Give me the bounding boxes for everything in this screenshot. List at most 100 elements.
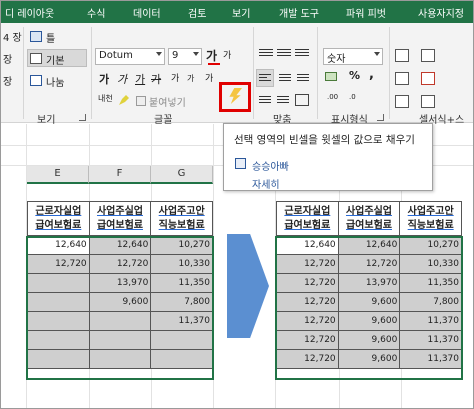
cell[interactable]: 11,350 — [399, 273, 462, 293]
font-name-dropdown[interactable]: Dotum — [95, 48, 165, 65]
cell[interactable] — [27, 292, 90, 312]
align-bottom-icon[interactable] — [295, 49, 309, 58]
freeze-panes-button[interactable]: 틀 — [27, 27, 87, 45]
bold-button[interactable]: 가 — [99, 71, 109, 87]
cell[interactable]: 12,720 — [276, 273, 339, 293]
cell[interactable]: 9,600 — [88, 292, 152, 312]
cell[interactable]: 7,800 — [150, 292, 213, 312]
tab-data[interactable]: 데이터 — [133, 5, 161, 20]
increase-font-button[interactable]: 가 — [206, 47, 217, 64]
tab-review[interactable]: 검토 — [188, 5, 206, 20]
cell[interactable] — [27, 349, 90, 369]
tab-custom[interactable]: 사용자지정 — [418, 5, 464, 20]
percent-button[interactable]: % — [349, 69, 360, 82]
cell[interactable]: 10,330 — [150, 254, 213, 274]
column-header-f[interactable]: F — [89, 166, 151, 184]
cell[interactable]: 12,640 — [337, 235, 401, 255]
cell[interactable]: 10,270 — [399, 235, 462, 255]
cell-styles-icon[interactable] — [395, 95, 409, 108]
cell[interactable]: 11,370 — [399, 349, 462, 369]
cell[interactable] — [27, 273, 90, 293]
align-left-button[interactable] — [256, 69, 274, 87]
tab-page-layout[interactable]: 디 레이아웃 — [5, 5, 54, 20]
chevron-down-icon — [193, 52, 199, 56]
decrease-decimal-button[interactable]: .0 — [349, 93, 356, 101]
text-effects-button[interactable]: 가 — [205, 71, 213, 84]
hanja-convert-button[interactable]: 내천 — [98, 93, 113, 104]
cell[interactable]: 12,720 — [88, 254, 152, 274]
cell[interactable]: 9,600 — [337, 292, 401, 312]
conditional-format-icon[interactable] — [395, 49, 409, 62]
cell[interactable] — [88, 311, 152, 331]
increase-decimal-button[interactable]: .00 — [327, 93, 338, 101]
align-top-icon[interactable] — [259, 49, 273, 58]
tab-developer[interactable]: 개발 도구 — [279, 5, 319, 20]
increase-indent-icon[interactable] — [277, 96, 289, 105]
subscript-button[interactable]: 가 — [187, 73, 194, 84]
cell[interactable]: 12,720 — [276, 292, 339, 312]
number-format-dropdown[interactable]: 숫자 — [323, 48, 383, 65]
cell[interactable]: 9,600 — [337, 311, 401, 331]
cell[interactable] — [27, 330, 90, 350]
format-painter-icon[interactable] — [119, 95, 129, 105]
header-line: 사업주실업 — [345, 205, 392, 217]
paste-button-label[interactable]: 붙여넣기 — [149, 94, 186, 109]
cell[interactable]: 9,600 — [337, 330, 401, 350]
delete-cells-icon[interactable] — [421, 72, 435, 85]
cell[interactable]: 12,640 — [276, 235, 339, 255]
cell[interactable]: 12,720 — [27, 254, 90, 274]
cell[interactable] — [88, 349, 152, 369]
decrease-indent-icon[interactable] — [259, 96, 271, 105]
cell[interactable]: 12,720 — [276, 330, 339, 350]
table-format-icon[interactable] — [395, 72, 409, 85]
align-middle-icon[interactable] — [277, 49, 291, 58]
cell[interactable]: 11,350 — [150, 273, 213, 293]
tab-power-pivot[interactable]: 파워 피벗 — [346, 5, 386, 20]
cell[interactable]: 12,720 — [337, 254, 401, 274]
cell[interactable] — [27, 311, 90, 331]
cell[interactable]: 7,800 — [399, 292, 462, 312]
cell[interactable]: 12,640 — [88, 235, 152, 255]
column-header-e[interactable]: E — [27, 166, 89, 184]
tab-view[interactable]: 보기 — [232, 5, 250, 20]
cell[interactable]: 12,720 — [276, 349, 339, 369]
view-group-launcher-icon[interactable] — [79, 114, 86, 121]
align-center-icon[interactable] — [279, 74, 291, 83]
superscript-button[interactable]: 가 — [171, 71, 179, 84]
cell[interactable] — [150, 349, 213, 369]
tooltip-more-link[interactable]: 자세히 — [252, 176, 280, 191]
cell[interactable] — [150, 330, 213, 350]
header-line: 사업주실업 — [96, 205, 143, 217]
insert-cells-icon[interactable] — [421, 49, 435, 62]
strikethrough-button[interactable]: 가 — [151, 71, 161, 87]
font-size-dropdown[interactable]: 9 — [168, 48, 202, 65]
cell[interactable] — [88, 330, 152, 350]
tab-formulas[interactable]: 수식 — [87, 5, 105, 20]
font-name-value: Dotum — [99, 50, 133, 61]
merge-cells-icon[interactable] — [295, 94, 309, 106]
cell[interactable]: 13,970 — [88, 273, 152, 293]
flash-fill-button[interactable] — [219, 82, 251, 112]
comma-button[interactable]: , — [369, 67, 374, 82]
cell[interactable]: 12,640 — [27, 235, 90, 255]
cell[interactable]: 12,720 — [276, 254, 339, 274]
cell[interactable]: 12,720 — [276, 311, 339, 331]
cell[interactable]: 10,330 — [399, 254, 462, 274]
cell[interactable]: 11,370 — [150, 311, 213, 331]
cell[interactable]: 13,970 — [337, 273, 401, 293]
underline-button[interactable]: 가 — [135, 71, 145, 87]
cell[interactable]: 9,600 — [337, 349, 401, 369]
cell[interactable]: 11,370 — [399, 330, 462, 350]
decrease-font-button[interactable]: 가 — [223, 48, 231, 61]
align-right-icon[interactable] — [297, 74, 309, 83]
format-cells-icon[interactable] — [421, 95, 435, 108]
number-group-launcher-icon[interactable] — [377, 114, 384, 121]
page-break-view-button[interactable]: 나눔 — [27, 71, 87, 89]
currency-icon[interactable] — [325, 72, 337, 81]
cell[interactable]: 10,270 — [150, 235, 213, 255]
italic-button[interactable]: 가 — [117, 71, 127, 87]
cell[interactable]: 11,370 — [399, 311, 462, 331]
column-header-g[interactable]: G — [151, 166, 213, 184]
header-line: 사업주고안 — [407, 205, 454, 217]
normal-view-button[interactable]: 기본 — [27, 49, 87, 67]
